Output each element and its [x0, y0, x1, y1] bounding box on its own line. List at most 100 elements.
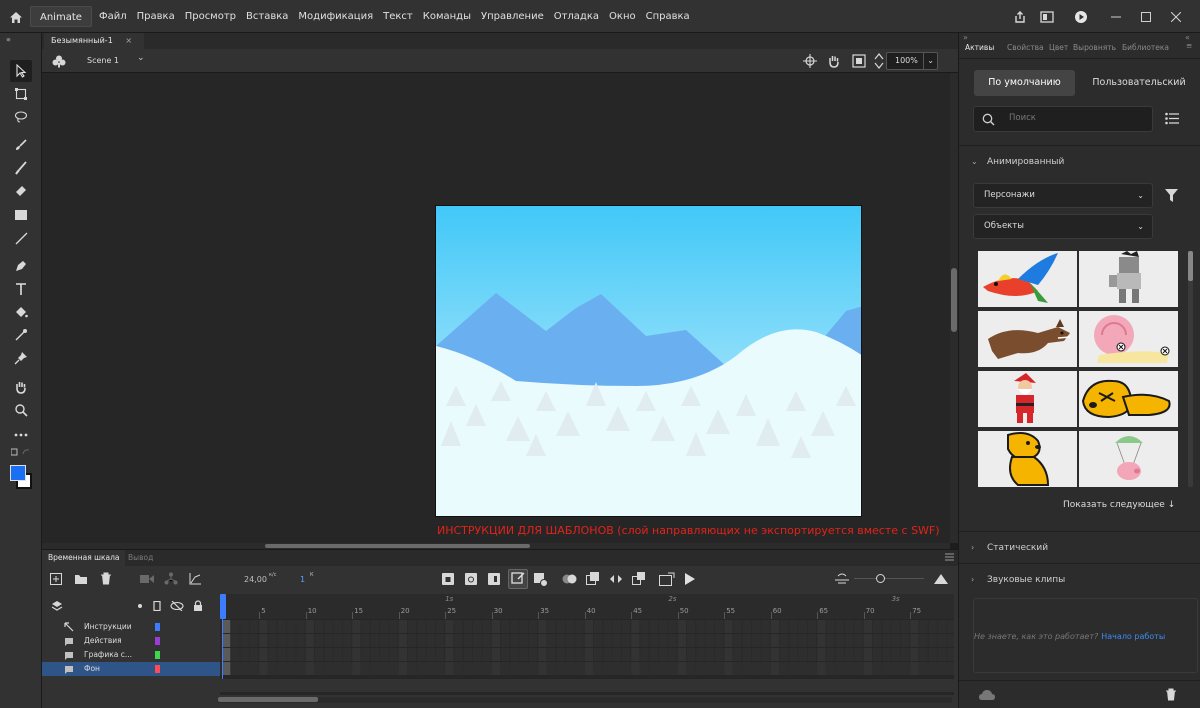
close-tab-icon[interactable]: ×	[125, 36, 132, 45]
section-sound-clips[interactable]: › Звуковые клипы	[959, 563, 1200, 595]
menu-insert[interactable]: Вставка	[241, 0, 293, 33]
menu-modify[interactable]: Модификация	[293, 0, 378, 33]
zoom-dropdown-chevron-icon[interactable]: ⌄	[923, 53, 934, 69]
frame-rate-value[interactable]: 24,00	[244, 575, 267, 584]
tab-properties[interactable]: Свойства	[1007, 43, 1044, 52]
menu-debug[interactable]: Отладка	[549, 0, 604, 33]
insert-frame-icon[interactable]	[488, 573, 500, 585]
timeline-horizontal-scroll-thumb[interactable]	[218, 697, 318, 702]
menu-help[interactable]: Справка	[641, 0, 695, 33]
new-folder-icon[interactable]	[74, 573, 88, 585]
delete-icon[interactable]	[1165, 688, 1177, 701]
layer-row[interactable]: Графика с...	[42, 648, 220, 662]
center-stage-icon[interactable]	[803, 54, 817, 68]
insert-blank-keyframe-icon[interactable]	[465, 573, 477, 585]
swap-colors-icon[interactable]	[11, 448, 31, 458]
layer-color-swatch[interactable]	[155, 637, 160, 645]
asset-thumbnail[interactable]	[978, 371, 1077, 427]
frame-zoom-slider-track[interactable]	[854, 578, 924, 579]
layer-row[interactable]: Действия	[42, 634, 220, 648]
panel-layout-icon[interactable]	[1036, 6, 1058, 28]
asset-thumbnail[interactable]	[1079, 371, 1178, 427]
lasso-tool-icon[interactable]	[10, 106, 32, 128]
scene-name[interactable]: Scene 1	[87, 49, 119, 73]
home-icon[interactable]	[4, 5, 28, 29]
eyedropper-tool-icon[interactable]	[10, 324, 32, 346]
asset-thumbnail[interactable]	[1079, 431, 1178, 487]
playhead-handle[interactable]	[220, 594, 226, 619]
section-static[interactable]: › Статический	[959, 531, 1200, 563]
zoom-stepper-icon[interactable]	[874, 51, 884, 71]
text-tool-icon[interactable]	[10, 278, 32, 300]
asset-search-input[interactable]: Поиск	[973, 106, 1153, 132]
lock-layers-icon[interactable]	[193, 600, 203, 612]
edit-multiple-frames-icon[interactable]	[586, 572, 600, 586]
stage-canvas[interactable]	[435, 205, 862, 517]
line-tool-icon[interactable]	[10, 227, 32, 249]
free-transform-tool-icon[interactable]	[10, 83, 32, 105]
frame-zoom-slider-handle[interactable]	[876, 574, 885, 583]
layer-color-swatch[interactable]	[155, 651, 160, 659]
collapse-icon[interactable]: »	[6, 35, 11, 44]
stage-vertical-scroll-thumb[interactable]	[951, 268, 957, 332]
rectangle-tool-icon[interactable]	[10, 204, 32, 226]
share-icon[interactable]	[1009, 6, 1031, 28]
insert-tween-icon[interactable]	[534, 573, 548, 587]
parent-view-icon[interactable]	[164, 572, 178, 585]
layers-stack-icon[interactable]	[51, 600, 63, 612]
selection-tool-icon[interactable]	[10, 60, 32, 82]
panel-menu-icon[interactable]	[945, 553, 954, 561]
characters-dropdown[interactable]: Персонажи ⌄	[973, 183, 1153, 208]
upload-cloud-icon[interactable]	[979, 689, 995, 701]
list-view-icon[interactable]	[1165, 112, 1179, 125]
layer-row[interactable]: Инструкции	[42, 620, 220, 634]
layer-color-swatch[interactable]	[155, 665, 160, 673]
panel-menu-icon[interactable]: ≡	[1186, 41, 1192, 50]
go-to-first-frame-icon[interactable]	[659, 572, 675, 586]
menu-control[interactable]: Управление	[476, 0, 549, 33]
paint-brush-tool-icon[interactable]	[10, 134, 32, 156]
frames-grid[interactable]: 5 10 15 20 25 30 35 40 45 50 55 60 65 70 75 1s 2s 3s	[220, 594, 954, 679]
hand-tool-icon[interactable]	[10, 376, 32, 398]
objects-dropdown[interactable]: Объекты ⌄	[973, 214, 1153, 239]
maximize-icon[interactable]	[1135, 6, 1157, 28]
convert-frames-icon[interactable]	[632, 572, 646, 586]
eraser-tool-icon[interactable]	[10, 180, 32, 202]
menu-edit[interactable]: Правка	[132, 0, 180, 33]
asset-thumbnail[interactable]	[1079, 311, 1178, 367]
loop-range-icon[interactable]	[609, 573, 623, 585]
menu-window[interactable]: Окно	[604, 0, 641, 33]
tab-assets[interactable]: Активы	[965, 43, 994, 52]
test-movie-icon[interactable]	[1070, 6, 1092, 28]
menu-commands[interactable]: Команды	[418, 0, 476, 33]
hide-layers-icon[interactable]	[170, 601, 184, 611]
section-animated[interactable]: ⌄ Анимированный	[959, 145, 1200, 177]
getting-started-link[interactable]: Начало работы	[1101, 632, 1165, 641]
more-tools-icon[interactable]	[10, 424, 32, 446]
tab-output[interactable]: Вывод	[122, 550, 159, 566]
tab-timeline[interactable]: Временная шкала	[42, 550, 126, 566]
layer-row-selected[interactable]: Фон	[42, 662, 220, 676]
play-icon[interactable]	[684, 573, 695, 585]
asset-grid-scrollbar[interactable]	[1188, 251, 1193, 487]
frame-ruler[interactable]: 5 10 15 20 25 30 35 40 45 50 55 60 65 70 75 1s 2s 3s	[220, 594, 954, 619]
asset-thumbnail[interactable]	[978, 251, 1077, 307]
menu-text[interactable]: Текст	[378, 0, 418, 33]
menu-file[interactable]: Файл	[94, 0, 132, 33]
document-tab[interactable]: Безымянный-1 ×	[44, 33, 144, 49]
highlight-layers-icon[interactable]	[138, 604, 142, 608]
custom-assets-button[interactable]: Пользовательский	[1087, 70, 1191, 96]
asset-thumbnail[interactable]	[1079, 251, 1178, 307]
new-layer-icon[interactable]	[50, 573, 62, 585]
default-assets-button[interactable]: По умолчанию	[974, 70, 1075, 96]
timeline-horizontal-scrollbar[interactable]	[218, 697, 952, 703]
collapse-panel-icon[interactable]: »	[963, 33, 968, 42]
asset-thumbnail[interactable]	[978, 431, 1077, 487]
filter-icon[interactable]	[1165, 189, 1178, 202]
fit-frames-icon[interactable]	[835, 573, 849, 585]
stage-horizontal-scroll-thumb[interactable]	[265, 544, 530, 548]
tab-color[interactable]: Цвет	[1049, 43, 1068, 52]
brush-tool-icon[interactable]	[10, 157, 32, 179]
pin-tool-icon[interactable]	[10, 347, 32, 369]
stroke-color-swatch[interactable]	[10, 465, 26, 481]
